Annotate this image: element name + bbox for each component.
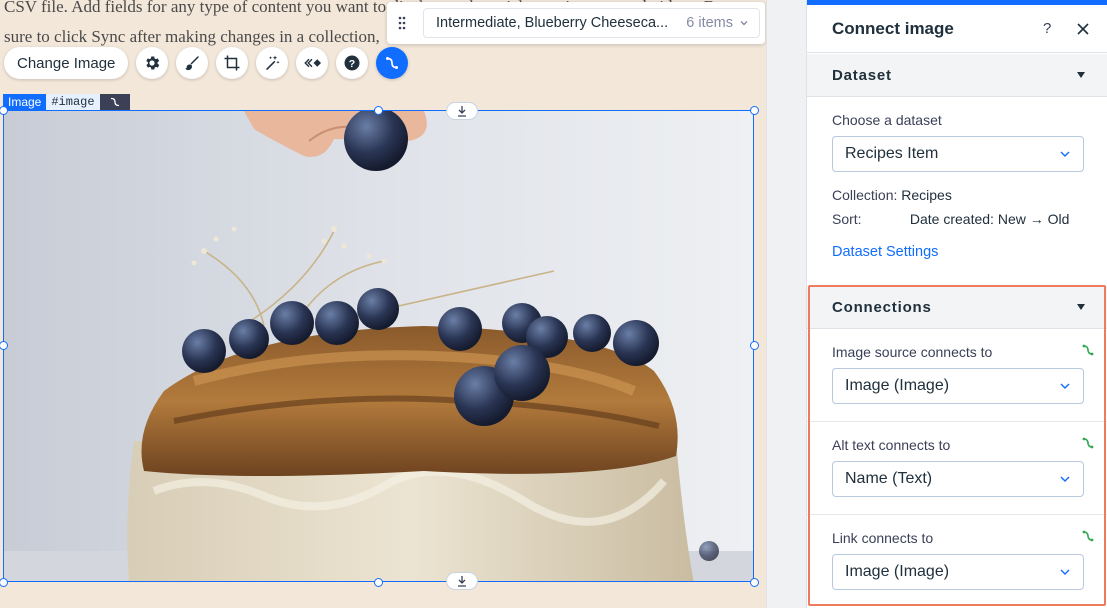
selected-image-element[interactable] — [3, 110, 754, 582]
canvas-gutter — [766, 0, 806, 608]
dataset-settings-link[interactable]: Dataset Settings — [832, 244, 938, 260]
crop-icon — [224, 55, 240, 71]
drag-handle-icon — [398, 16, 406, 30]
selection-label: Image #image — [3, 94, 130, 110]
dataset-item-navigator: Intermediate, Blueberry Cheeseca... 6 it… — [387, 2, 765, 44]
panel-close-button[interactable] — [1073, 19, 1093, 39]
dataset-dropdown[interactable]: Recipes Item — [832, 136, 1084, 172]
resize-handle-top[interactable] — [374, 106, 383, 115]
connections-highlight-box — [808, 285, 1106, 606]
dataset-item-select[interactable]: Intermediate, Blueberry Cheeseca... 6 it… — [423, 8, 760, 38]
image-toolbar: Change Image ? — [4, 47, 409, 79]
svg-text:?: ? — [349, 58, 355, 70]
sort-value: Date created: New → Old — [909, 211, 1070, 227]
drag-handle[interactable] — [387, 2, 417, 44]
change-image-button[interactable]: Change Image — [4, 47, 129, 79]
choose-dataset-label: Choose a dataset — [832, 112, 942, 128]
magic-wand-icon — [266, 55, 280, 71]
panel-header: Connect image ? — [807, 5, 1107, 53]
blueberry-cake-image — [4, 111, 753, 581]
caret-down-icon — [1077, 72, 1085, 78]
animation-icon — [304, 58, 322, 68]
dataset-dropdown-value: Recipes Item — [845, 145, 939, 162]
current-item-name: Intermediate, Blueberry Cheeseca... — [436, 15, 669, 31]
resize-handle-top-right[interactable] — [750, 106, 759, 115]
resize-handle-bottom-left[interactable] — [0, 578, 8, 587]
collection-value: Recipes — [901, 187, 952, 203]
connect-data-icon — [386, 57, 399, 69]
help-icon: ? — [344, 55, 360, 71]
chevron-down-icon — [1060, 151, 1070, 157]
gear-icon — [146, 56, 160, 70]
dataset-section-header[interactable]: Dataset — [807, 54, 1107, 97]
editor-canvas[interactable]: CSV file. Add fields for any type of con… — [0, 0, 766, 608]
resize-handle-bottom[interactable] — [374, 578, 383, 587]
element-type-label: Image — [3, 94, 47, 110]
brush-icon — [185, 56, 200, 71]
close-icon — [1077, 23, 1089, 35]
sort-key: Sort: — [832, 211, 862, 227]
dataset-section-title: Dataset — [832, 66, 892, 84]
settings-button[interactable] — [136, 47, 169, 79]
animation-button[interactable] — [296, 47, 329, 79]
download-arrow-icon — [458, 576, 466, 587]
connect-to-data-button[interactable] — [376, 47, 409, 79]
help-button[interactable]: ? — [336, 47, 369, 79]
stretch-top-button[interactable] — [446, 102, 478, 120]
panel-help-button[interactable]: ? — [1043, 20, 1051, 37]
connect-data-icon — [110, 97, 119, 107]
resize-handle-right[interactable] — [750, 341, 759, 350]
element-id-label: #image — [46, 94, 100, 110]
connected-badge — [99, 94, 130, 110]
collection-row: Collection: Recipes — [832, 187, 952, 203]
sort-row: Sort: Date created: New → Old — [832, 211, 1069, 227]
collection-key: Collection: — [832, 187, 898, 203]
enhance-button[interactable] — [256, 47, 289, 79]
stretch-bottom-button[interactable] — [446, 572, 478, 590]
crop-button[interactable] — [216, 47, 249, 79]
download-arrow-icon — [458, 106, 466, 117]
panel-title: Connect image — [832, 18, 954, 38]
chevron-down-icon — [740, 21, 748, 26]
resize-handle-bottom-right[interactable] — [750, 578, 759, 587]
design-button[interactable] — [176, 47, 209, 79]
item-count: 6 items — [686, 15, 733, 31]
